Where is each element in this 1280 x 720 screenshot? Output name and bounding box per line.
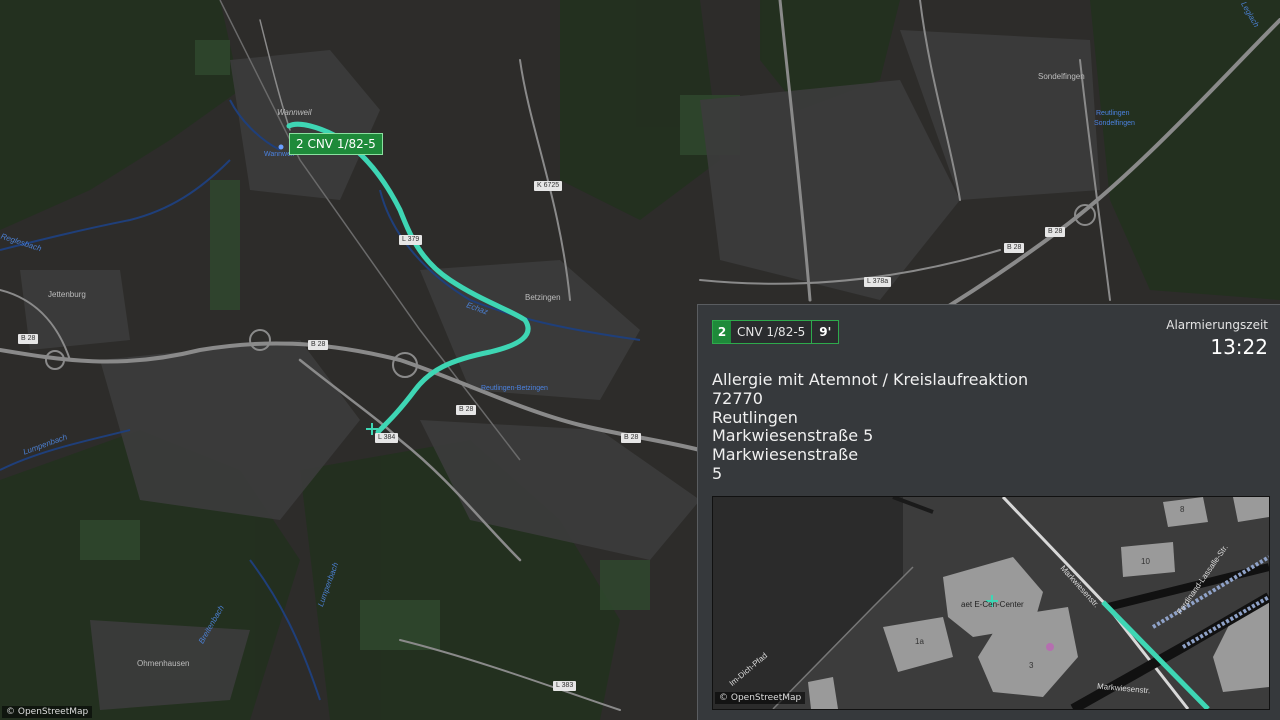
incident-address: Markwiesenstraße 5: [712, 426, 874, 446]
station-label-reutlingen-sondelfingen-2: Sondelfingen: [1094, 120, 1135, 127]
station-label-reutlingen-sondelfingen-1: Reutlingen: [1096, 110, 1130, 117]
station-label-reutlingen-betzingen: Reutlingen-Betzingen: [481, 385, 548, 392]
destination-minimap[interactable]: Markwiesenstr. Ferdinand-Lassalle-Str. M…: [712, 496, 1270, 710]
place-label-sondelfingen: Sondelfingen: [1038, 72, 1085, 81]
road-shield-k6725: K 6725: [534, 181, 563, 191]
road-shield-b28-e: B 28: [1004, 243, 1025, 253]
road-shield-l378a: L 378a: [864, 277, 892, 287]
incident-city: Reutlingen: [712, 407, 798, 427]
unit-name: CNV 1/82-5: [731, 321, 813, 343]
vehicle-position-tag[interactable]: 2 CNV 1/82-5: [289, 133, 383, 155]
unit-badge[interactable]: 2 CNV 1/82-5 9': [712, 320, 840, 344]
minimap-house-number-10: 10: [1141, 557, 1150, 566]
place-label-wannweil: Wannweil: [277, 108, 312, 117]
place-label-betzingen: Betzingen: [525, 293, 561, 302]
minimap-house-number-3: 3: [1029, 661, 1034, 670]
road-shield-l379: L 379: [399, 235, 423, 245]
minimap-poi-label: aet E-Cen-Center: [961, 600, 1024, 609]
map-attribution[interactable]: © OpenStreetMap: [2, 706, 93, 718]
road-shield-b28-c: B 28: [456, 405, 477, 415]
place-label-ohmenhausen: Ohmenhausen: [137, 659, 190, 668]
unit-eta: 9': [812, 321, 839, 343]
incident-details: Allergie mit Atemnot / Kreislaufreaktion…: [712, 370, 1029, 484]
road-shield-l384: L 384: [375, 433, 399, 443]
alarm-time-value: 13:22: [1210, 335, 1268, 359]
unit-number: 2: [713, 321, 731, 343]
road-shield-l383: L 383: [553, 681, 577, 691]
incident-panel: 2 CNV 1/82-5 9' Alarmierungszeit 13:22 A…: [697, 304, 1280, 720]
incident-keyword: Allergie mit Atemnot / Kreislaufreaktion: [712, 370, 1029, 389]
incident-street: Markwiesenstraße: [712, 445, 859, 465]
road-shield-b28-b: B 28: [308, 340, 329, 350]
minimap-house-number-8: 8: [1180, 505, 1185, 514]
road-shield-b28-d: B 28: [621, 433, 642, 443]
minimap-house-number-1a: 1a: [915, 637, 924, 646]
alarm-time-label: Alarmierungszeit: [1166, 318, 1268, 332]
road-shield-b28-f: B 28: [1045, 227, 1066, 237]
minimap-attribution[interactable]: © OpenStreetMap: [715, 692, 806, 704]
incident-postal-code: 72770: [712, 388, 763, 408]
place-label-jettenburg: Jettenburg: [48, 290, 86, 299]
incident-house-number: 5: [712, 463, 723, 483]
road-shield-b28-a: B 28: [18, 334, 39, 344]
